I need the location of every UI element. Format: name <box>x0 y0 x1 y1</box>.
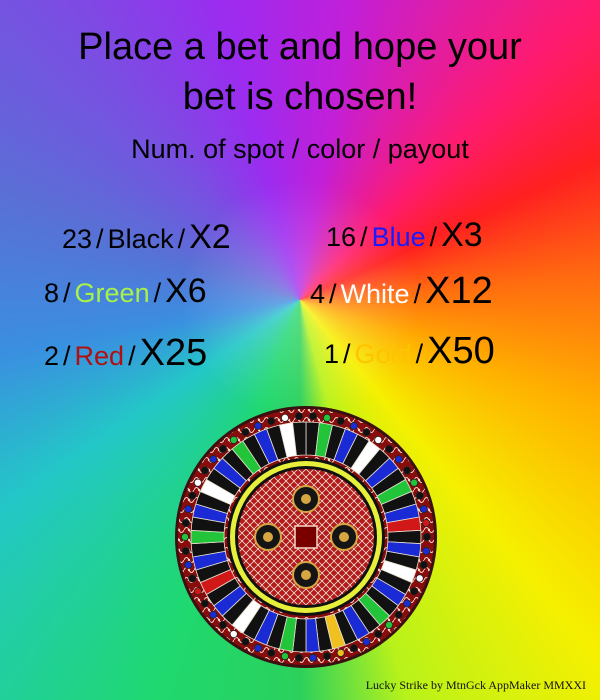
wheel-dot <box>200 466 209 475</box>
bet-spots: 4 <box>310 279 326 309</box>
wheel-dot <box>394 455 403 464</box>
wheel-medallion-emblem <box>301 494 311 504</box>
bet-color-name: Blue <box>371 222 426 252</box>
bet-payout: X12 <box>425 270 493 312</box>
wheel-dot <box>336 417 345 426</box>
footer-credits: Lucky Strike by MtnGck AppMaker MMXXI <box>365 678 586 692</box>
bet-color-name: Gold <box>354 339 412 369</box>
title-line-1: Place a bet and hope your <box>78 26 522 68</box>
wheel-dot <box>422 547 431 556</box>
wheel-dot <box>394 610 403 619</box>
wheel-center-square <box>294 525 318 549</box>
roulette-wheel[interactable] <box>174 405 438 669</box>
page-subtitle: Num. of spot / color / payout <box>131 134 469 164</box>
wheel-dot <box>188 491 197 500</box>
wheel-dot <box>349 644 358 653</box>
wheel-dot <box>362 637 371 646</box>
bet-color-name: White <box>340 279 410 309</box>
wheel-dot <box>280 652 289 661</box>
wheel-dot <box>254 644 263 653</box>
wheel-dot <box>193 478 202 487</box>
bet-color-name: Green <box>74 278 150 308</box>
wheel-dot <box>188 574 197 583</box>
wheel-dot <box>193 587 202 596</box>
wheel-dot <box>415 574 424 583</box>
bet-gold[interactable]: 1/Gold / X50 <box>324 330 495 373</box>
wheel-dot <box>410 587 419 596</box>
wheel-dot <box>294 653 303 662</box>
bet-spots: 2 <box>44 341 60 371</box>
wheel-dot <box>422 518 431 527</box>
wheel-dot <box>181 547 190 556</box>
wheel-dot <box>218 444 227 453</box>
page-title: Place a bet and hope your bet is chosen! <box>0 22 600 122</box>
wheel-dot <box>419 505 428 514</box>
wheel-dot <box>181 518 190 527</box>
title-line-2: bet is chosen! <box>182 76 418 118</box>
wheel-dot <box>184 505 193 514</box>
wheel-dot <box>403 466 412 475</box>
wheel-dot <box>184 560 193 569</box>
bet-payout: X3 <box>441 216 483 254</box>
wheel-dot <box>374 435 383 444</box>
bet-spots: 16 <box>326 222 357 252</box>
wheel-dot <box>385 621 394 630</box>
bet-blue[interactable]: 16/Blue / X3 <box>326 216 483 255</box>
bet-white[interactable]: 4/White / X12 <box>310 270 493 313</box>
wheel-medallion-emblem <box>339 532 349 542</box>
wheel-dot <box>267 417 276 426</box>
wheel-dot <box>309 653 318 662</box>
bet-green[interactable]: 8/Green / X6 <box>44 272 207 311</box>
wheel-dot <box>385 444 394 453</box>
wheel-dot <box>403 599 412 608</box>
wheel-dot <box>181 532 189 541</box>
wheel-dot <box>209 610 218 619</box>
wheel-dot <box>294 412 303 421</box>
bet-payout: X2 <box>189 218 231 256</box>
wheel-dot <box>422 532 431 541</box>
wheel-dot <box>200 599 209 608</box>
wheel-medallion-emblem <box>301 570 311 580</box>
wheel-dot <box>229 435 238 444</box>
bet-red[interactable]: 2/Red / X25 <box>44 332 207 375</box>
wheel-dot <box>241 428 250 437</box>
wheel-dot <box>241 637 250 646</box>
wheel-dot <box>415 491 424 500</box>
wheel-dot <box>419 560 428 569</box>
bet-spots: 1 <box>324 339 340 369</box>
wheel-dot <box>374 630 383 639</box>
wheel-dot <box>349 421 358 430</box>
bet-spots: 8 <box>44 278 60 308</box>
wheel-dot <box>309 412 318 421</box>
wheel-dot <box>362 428 371 437</box>
bet-spots: 23 <box>62 224 93 254</box>
wheel-dot <box>218 621 227 630</box>
wheel-dot <box>410 478 419 487</box>
bet-color-name: Black <box>107 224 174 254</box>
wheel-dot <box>323 652 332 661</box>
bet-payout: X25 <box>139 332 208 374</box>
wheel-dot <box>267 648 276 657</box>
bet-payout: X6 <box>165 272 207 310</box>
wheel-dot <box>254 421 263 430</box>
bet-black[interactable]: 23/Black / X2 <box>62 218 231 257</box>
wheel-dot <box>229 630 238 639</box>
wheel-dot <box>280 413 289 422</box>
wheel-dot <box>336 648 345 657</box>
wheel-dot <box>323 413 332 422</box>
wheel-medallion-emblem <box>263 532 273 542</box>
wheel-dot <box>209 455 218 464</box>
bet-color-name: Red <box>74 341 125 371</box>
bet-payout: X50 <box>427 330 495 372</box>
